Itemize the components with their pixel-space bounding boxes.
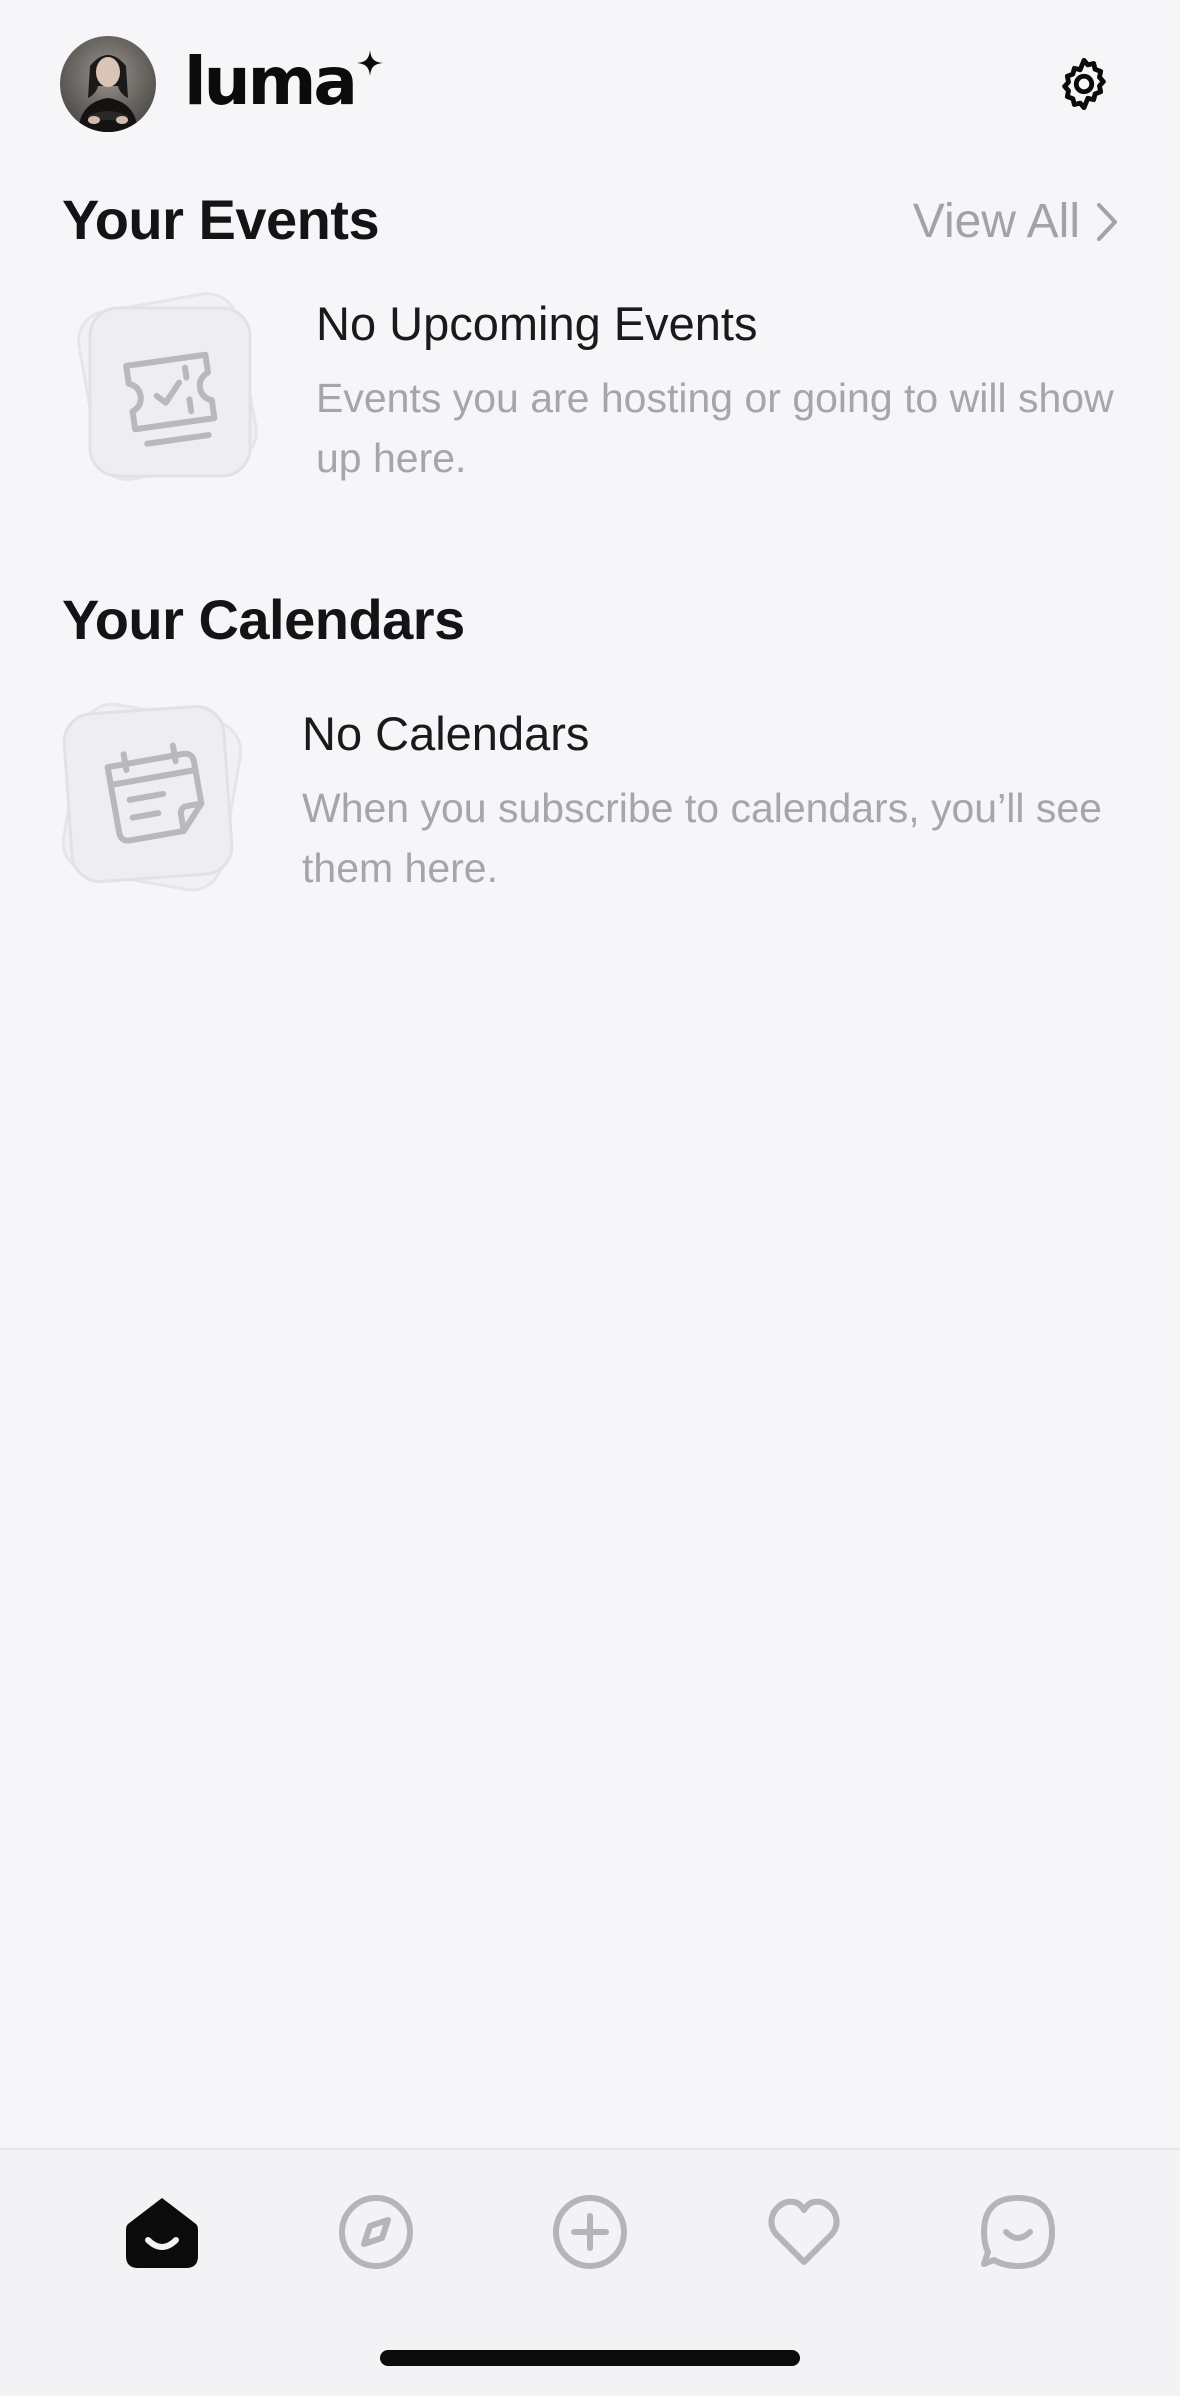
gear-icon [1062,57,1106,111]
view-all-label: View All [912,195,1080,248]
top-bar: luma [0,0,1180,170]
settings-button[interactable] [1052,52,1116,116]
avatar-photo [78,55,138,132]
ticket-icon [77,292,258,481]
luma-logo: luma [184,42,383,122]
tab-likes[interactable] [754,2182,854,2282]
profile-avatar[interactable] [60,36,156,132]
calendars-empty-state: No Calendars When you subscribe to calen… [60,700,1120,910]
chevron-right-icon [1097,203,1117,241]
home-indicator [380,2350,800,2366]
events-empty-state: No Upcoming Events Events you are hostin… [60,290,1120,510]
tab-home[interactable] [112,2182,212,2282]
tab-chat[interactable] [968,2182,1068,2282]
calendar-icon [61,702,243,892]
logo-text: luma [184,43,358,120]
events-empty-text: No Upcoming Events Events you are hostin… [316,294,1116,488]
calendars-empty-title: No Calendars [302,707,590,760]
heart-icon [768,2198,840,2265]
tab-create[interactable] [540,2182,640,2282]
compass-icon [339,2195,413,2269]
events-section-title: Your Events [62,188,380,251]
sparkle-icon [356,50,383,76]
calendars-empty-text: No Calendars When you subscribe to calen… [302,704,1122,898]
home-icon [126,2198,198,2268]
view-all-link[interactable]: View All [913,192,1120,252]
plus-circle-icon [553,2195,627,2269]
events-empty-description: Events you are hosting or going to will … [316,375,1114,481]
chat-icon [981,2195,1055,2269]
events-empty-title: No Upcoming Events [316,297,758,350]
tab-explore[interactable] [326,2182,426,2282]
calendars-empty-description: When you subscribe to calendars, you’ll … [302,785,1102,891]
home-screen: luma Your Events View All No Upcoming Ev… [0,0,1180,2396]
calendars-section-title: Your Calendars [62,588,465,651]
